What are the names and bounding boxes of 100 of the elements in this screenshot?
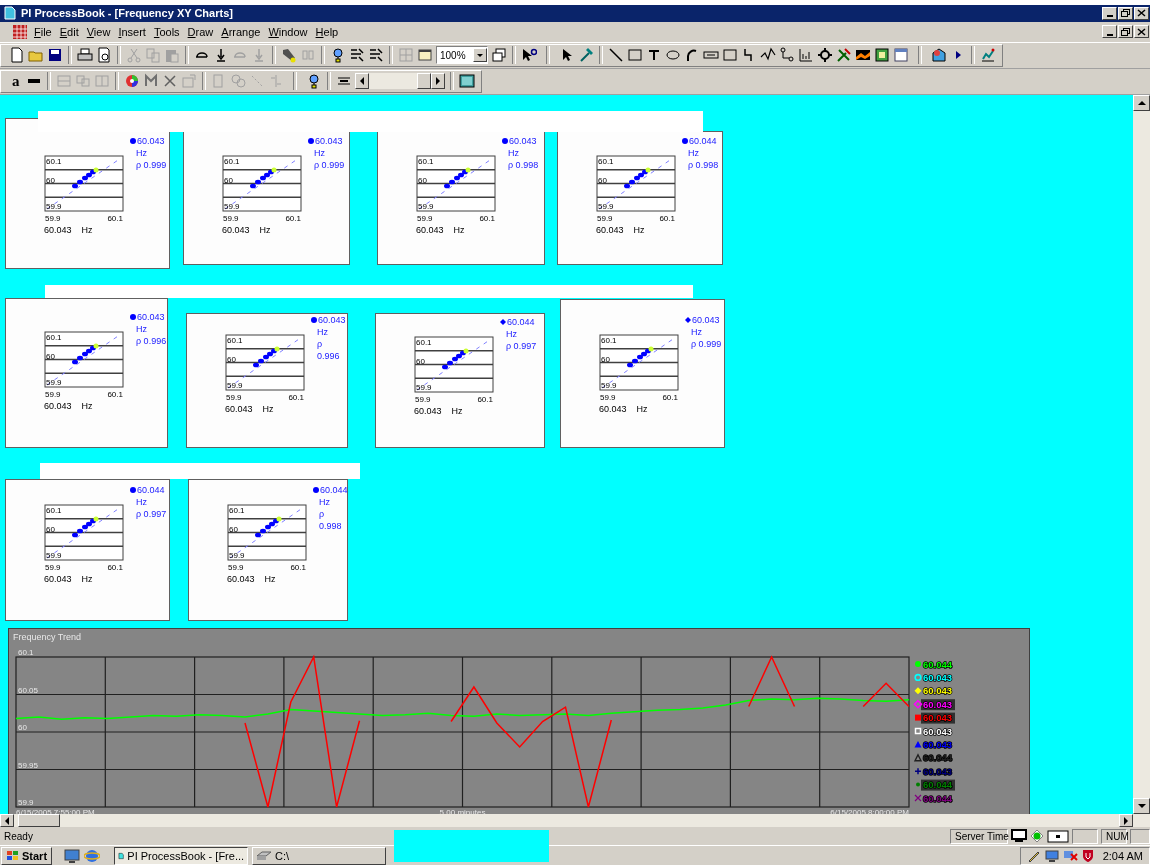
axis-label: 60.1 — [107, 213, 123, 223]
value-label: 60.043 — [44, 573, 72, 584]
taskbar-button[interactable]: PI ProcessBook - [Fre... — [114, 846, 249, 865]
gear-icon[interactable] — [817, 47, 833, 64]
flashlight-icon[interactable] — [281, 47, 297, 64]
shield-icon[interactable] — [1081, 848, 1094, 863]
legend-value: 60.043 — [692, 313, 720, 326]
font-button[interactable]: a — [9, 73, 23, 90]
dot-marker-icon — [502, 137, 508, 144]
correlation-label: ρ 0.996 — [135, 334, 167, 347]
new-document-icon[interactable] — [9, 47, 25, 64]
network-warning-icon[interactable] — [1062, 848, 1079, 863]
legend-value: 60.043 — [923, 698, 953, 710]
unit-label: Hz — [259, 224, 271, 235]
line-icon[interactable] — [608, 47, 624, 64]
minimize-button[interactable] — [1102, 25, 1117, 39]
window-icon[interactable] — [417, 47, 433, 64]
axis-label: 59.9 — [418, 201, 434, 211]
minimize-icon — [1106, 15, 1113, 18]
time-scroll-bar[interactable] — [354, 73, 445, 90]
chart-icon[interactable] — [980, 47, 996, 64]
unit-label: Hz — [313, 146, 326, 159]
menu-item[interactable]: Edit — [55, 23, 83, 40]
axis-label: 60.1 — [46, 156, 62, 166]
menu-item[interactable]: File — [30, 23, 56, 40]
unit-label: Hz — [264, 573, 276, 584]
rectangle-icon[interactable] — [722, 47, 738, 64]
help-pointer-icon[interactable] — [521, 47, 537, 64]
legend-value: 60.043 — [318, 313, 346, 326]
correlation-label: ρ 0.998 — [687, 158, 719, 171]
color-wheel-icon[interactable] — [123, 73, 140, 90]
diamond-marker-icon — [500, 318, 506, 325]
printer-icon[interactable] — [77, 47, 93, 64]
tag-icon[interactable] — [330, 47, 346, 64]
axis-label: 60.1 — [285, 213, 301, 223]
menu-item[interactable]: Tools — [149, 23, 184, 40]
menu-item[interactable]: Draw — [183, 23, 218, 40]
menu-item[interactable]: Arrange — [217, 23, 265, 40]
correlation-label: ρ 0.999 — [313, 158, 345, 171]
zoom-dropdown[interactable]: 100% — [436, 46, 488, 65]
status-pane — [1130, 828, 1150, 844]
value-label: 60.043 — [416, 224, 444, 235]
vertical-scroll-bar[interactable] — [1133, 94, 1150, 815]
close-button[interactable] — [1134, 25, 1149, 39]
monitor-icon[interactable] — [1043, 848, 1060, 863]
restore-button[interactable] — [1118, 6, 1133, 20]
save-icon[interactable] — [47, 47, 63, 64]
value-label: 60.043 — [225, 403, 253, 414]
tools-icon[interactable] — [836, 47, 852, 64]
axis-label: 60 — [46, 175, 55, 185]
axis-label: 60.1 — [224, 156, 240, 166]
clipboard-icon[interactable] — [164, 47, 180, 64]
axis-label: 60.1 — [598, 156, 614, 166]
value-label: 60.043 — [414, 405, 442, 416]
menu-item[interactable]: View — [82, 23, 115, 40]
menu-item[interactable]: Window — [264, 23, 312, 40]
unit-label: Hz — [135, 146, 148, 159]
dot-marker-icon — [311, 316, 317, 323]
correlation-label: ρ 0.996 — [316, 337, 341, 362]
value-label: 60.043 — [599, 403, 627, 414]
filter-icon[interactable] — [349, 47, 365, 64]
palette-icon[interactable] — [931, 47, 947, 64]
horizontal-scroll-bar[interactable] — [0, 814, 1150, 828]
menu-item[interactable]: Help — [311, 23, 343, 40]
minimize-button[interactable] — [1102, 6, 1117, 20]
value-label: 60.043 — [596, 224, 624, 235]
connector-icon[interactable] — [779, 47, 795, 64]
axis-label: 60 — [46, 351, 55, 361]
hammer-icon[interactable] — [578, 47, 594, 64]
filter-icon[interactable] — [368, 47, 384, 64]
window-icon[interactable] — [1047, 829, 1069, 843]
axis-label: 59.95 — [18, 760, 39, 770]
axis-label: 60.1 — [290, 562, 306, 572]
window-title: PI ProcessBook - [Frequency XY Charts] — [21, 7, 233, 20]
menu-item[interactable]: Insert — [114, 23, 150, 40]
unit-label: Hz — [687, 146, 700, 159]
module-icon[interactable] — [874, 47, 890, 64]
monitor-icon[interactable] — [1011, 829, 1027, 844]
windows-icon[interactable] — [491, 47, 507, 64]
start-button[interactable]: Start — [1, 846, 53, 865]
correlation-label: ρ 0.997 — [135, 507, 167, 520]
browser-icon[interactable] — [84, 847, 101, 864]
close-button[interactable] — [1134, 6, 1149, 20]
desktop-icon[interactable] — [64, 847, 81, 864]
display-icon[interactable] — [458, 73, 475, 90]
document-icon — [3, 6, 17, 21]
rectangle-icon[interactable] — [627, 47, 643, 64]
legend-value: 60.043 — [923, 671, 953, 683]
axis-label: 60.1 — [477, 394, 493, 404]
xy-plot-icon[interactable] — [798, 47, 814, 64]
grid-app-icon[interactable] — [12, 23, 28, 40]
legend-value: 60.043 — [509, 134, 537, 147]
unit-label: Hz — [318, 495, 331, 508]
print-preview-icon[interactable] — [96, 47, 112, 64]
status-text: Ready — [4, 830, 33, 842]
unit-label: Hz — [453, 224, 465, 235]
axis-label: 59.9 — [597, 213, 613, 223]
restore-button[interactable] — [1118, 25, 1133, 39]
taskbar-button[interactable]: C:\ — [252, 846, 387, 865]
axis-label: 60 — [224, 175, 233, 185]
